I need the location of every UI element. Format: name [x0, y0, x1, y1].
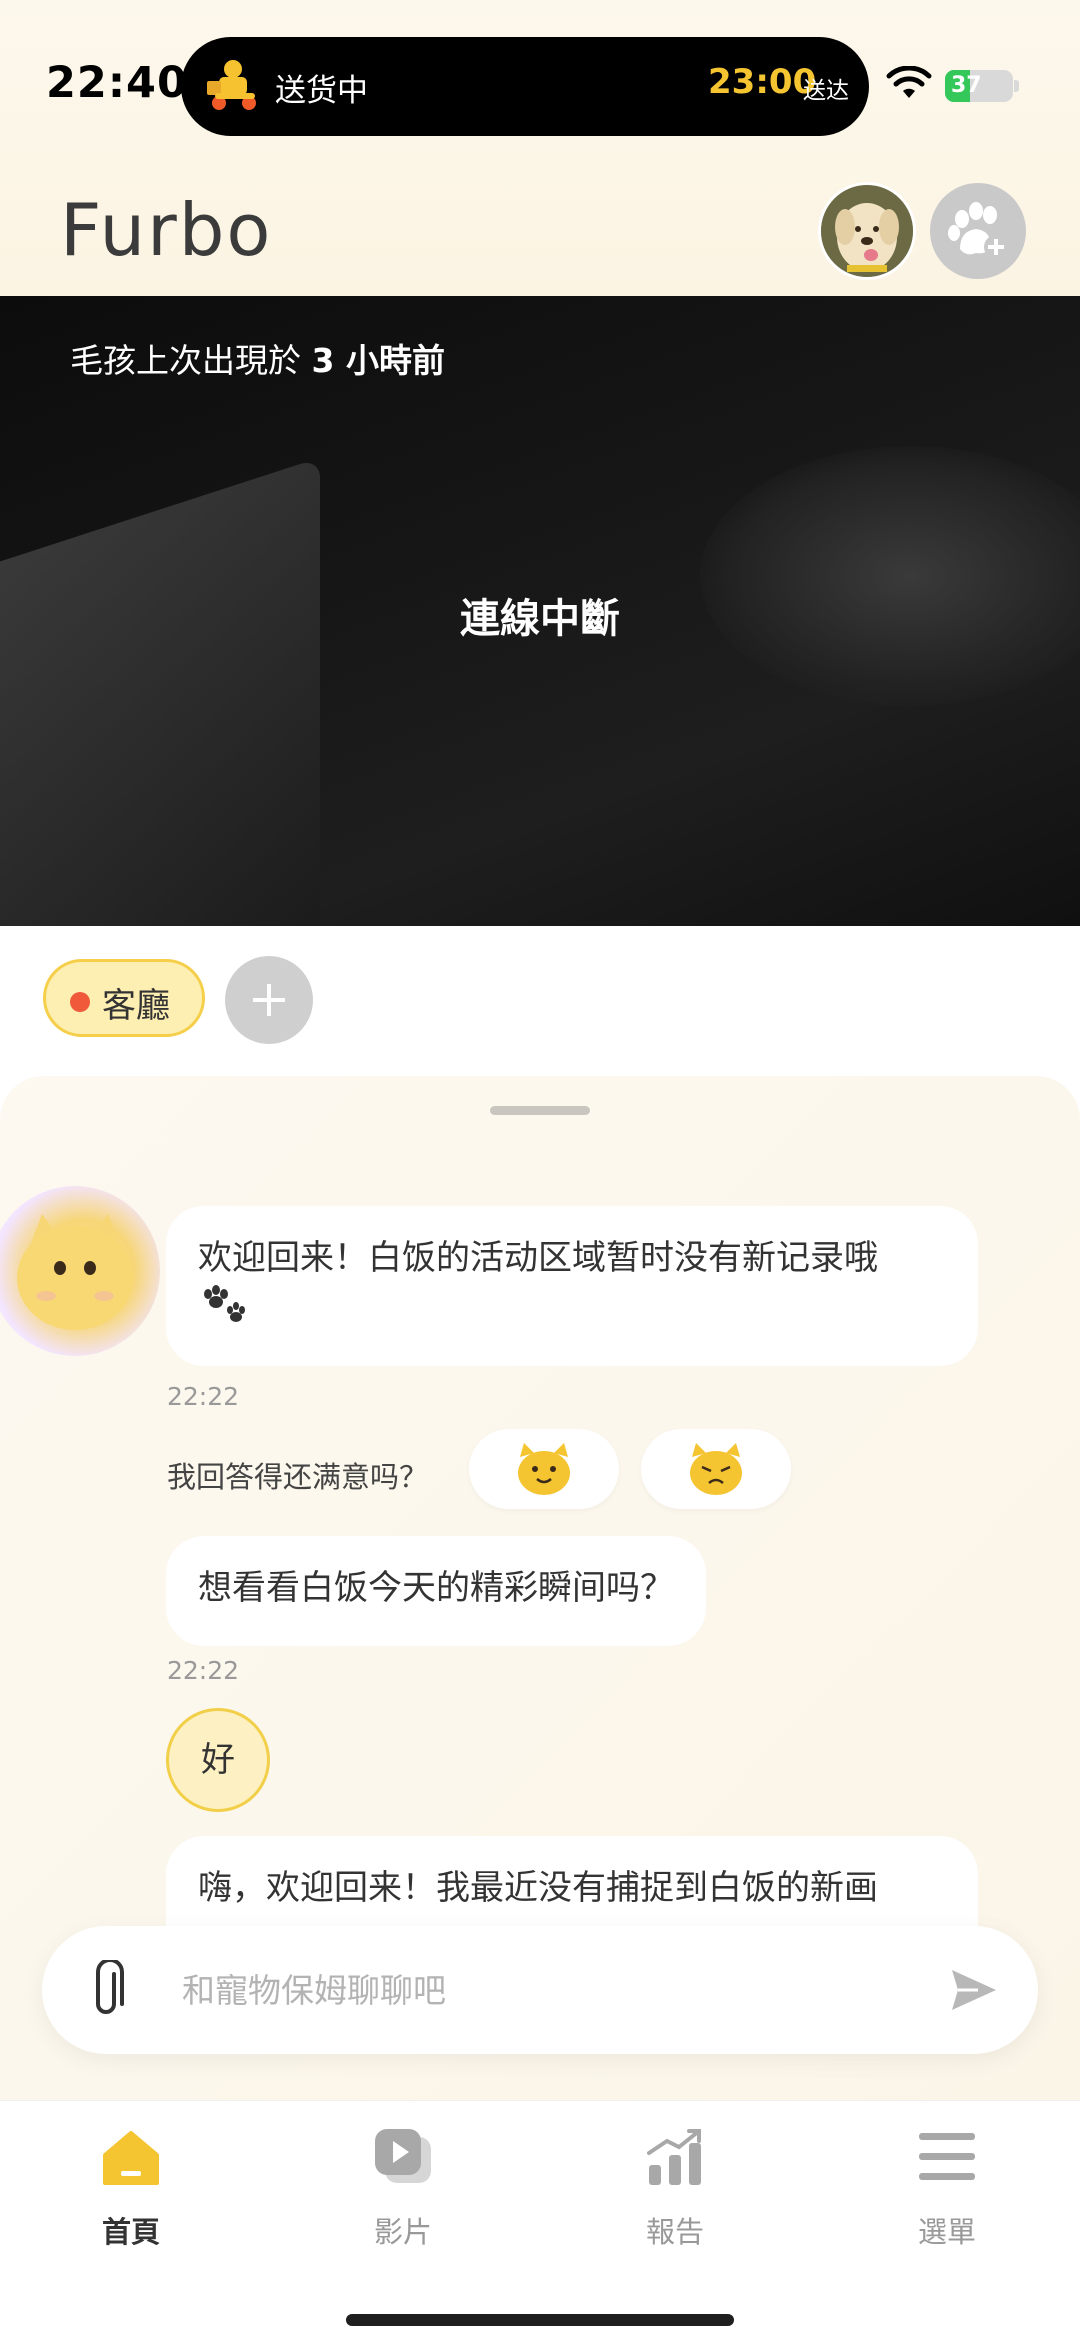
plus-icon	[253, 984, 285, 1016]
app-logo: Furbo	[60, 188, 273, 272]
user-reply-chip[interactable]: 好	[166, 1708, 270, 1812]
rate-unhappy-button[interactable]	[641, 1429, 791, 1509]
tab-label: 選單	[917, 2215, 976, 2249]
tab-reports[interactable]: 報告	[585, 2125, 765, 2265]
tab-home[interactable]: 首頁	[41, 2125, 221, 2265]
video-icon	[375, 2129, 431, 2183]
paw-plus-icon	[948, 202, 1008, 259]
rating-question: 我回答得还满意吗？	[167, 1460, 429, 1494]
connection-status: 連線中斷	[460, 596, 620, 642]
delivery-status-label: 送货中	[275, 73, 368, 109]
chat-input-bar	[42, 1926, 1038, 2054]
sheet-drag-handle[interactable]	[490, 1106, 590, 1115]
bot-message: 欢迎回来！白饭的活动区域暂时没有新记录哦	[166, 1206, 978, 1366]
battery-cap	[1014, 80, 1019, 92]
battery-icon: 37	[945, 70, 1013, 102]
menu-icon	[919, 2133, 975, 2180]
delivery-eta-suffix: 送达	[803, 78, 849, 104]
home-icon	[103, 2131, 159, 2185]
last-seen-value: 3 小時前	[311, 341, 445, 380]
send-icon[interactable]	[948, 1964, 1000, 2016]
chart-icon	[647, 2129, 701, 2185]
tab-label: 報告	[645, 2215, 704, 2249]
bot-message-text: 想看看白饭今天的精彩瞬间吗？	[198, 1568, 674, 1608]
add-room-button[interactable]	[225, 956, 313, 1044]
room-chip-living-room[interactable]: 客廳	[43, 959, 205, 1037]
bot-message-text: 欢迎回来！白饭的活动区域暂时没有新记录哦	[198, 1238, 878, 1278]
add-pet-button[interactable]	[930, 183, 1026, 279]
pet-avatar[interactable]	[818, 182, 916, 280]
bottom-tab-bar: 首頁 影片 報告 選單	[0, 2100, 1080, 2348]
status-time: 22:40	[46, 58, 188, 108]
tab-menu[interactable]: 選單	[857, 2125, 1037, 2265]
attachment-icon[interactable]	[84, 1960, 130, 2020]
last-seen-prefix: 毛孩上次出現於	[70, 341, 301, 380]
paw-prints-icon	[204, 1285, 245, 1322]
message-timestamp: 22:22	[167, 1656, 240, 1685]
delivery-live-activity[interactable]: 送货中 23:00 送达	[181, 37, 869, 136]
tab-label: 首頁	[101, 2215, 160, 2249]
tab-label: 影片	[373, 2215, 432, 2249]
feed-shadow-shape	[0, 457, 320, 926]
rate-happy-button[interactable]	[469, 1429, 619, 1509]
chat-input-field[interactable]	[182, 1956, 922, 2024]
delivery-eta-time: 23:00	[708, 62, 817, 102]
happy-cat-icon	[518, 1443, 570, 1495]
pet-sitter-bot-avatar	[0, 1186, 160, 1356]
bot-message: 想看看白饭今天的精彩瞬间吗？	[166, 1536, 706, 1646]
delivery-scooter-icon	[207, 60, 256, 110]
tab-videos[interactable]: 影片	[313, 2125, 493, 2265]
feed-blur-shape	[700, 446, 1080, 706]
last-seen-text: 毛孩上次出現於 3 小時前	[70, 334, 445, 382]
dog-photo	[821, 185, 913, 277]
bot-cat-icon	[17, 1214, 133, 1330]
message-timestamp: 22:22	[167, 1382, 240, 1411]
battery-percent: 37	[951, 73, 982, 98]
home-indicator	[346, 2314, 734, 2326]
room-label: 客廳	[102, 986, 170, 1026]
room-status-dot	[70, 992, 90, 1012]
unhappy-cat-icon	[690, 1443, 742, 1495]
bot-message-text: 嗨，欢迎回来！我最近没有捕捉到白饭的新画	[198, 1868, 878, 1908]
camera-feed[interactable]: 毛孩上次出現於 3 小時前 連線中斷	[0, 296, 1080, 926]
wifi-icon	[886, 66, 932, 98]
